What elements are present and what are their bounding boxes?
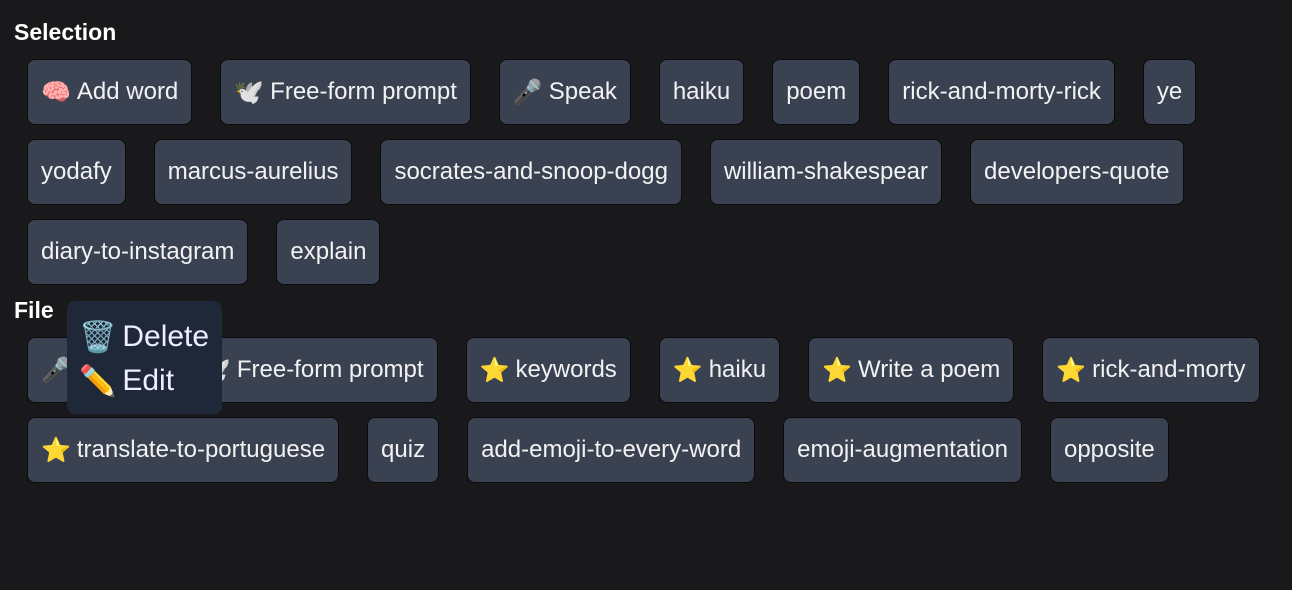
selection-button-group: 🧠 Add word 🕊️ Free-form prompt 🎤 Speak haiku po… <box>27 59 1287 285</box>
file-button-add-emoji-to-every-word[interactable]: add-emoji-to-every-word <box>467 417 756 483</box>
button-label: Free-form prompt <box>236 356 424 383</box>
microphone-icon: 🎤 <box>512 78 543 106</box>
file-button-haiku[interactable]: ⭐ haiku <box>658 337 781 403</box>
button-label: Write a poem <box>857 356 1001 383</box>
button-label: yodafy <box>41 158 112 185</box>
star-icon: ⭐ <box>822 356 852 384</box>
button-label: haiku <box>672 78 731 105</box>
file-button-quiz[interactable]: quiz <box>367 417 440 483</box>
selection-button-explain[interactable]: explain <box>276 219 381 285</box>
menu-item-edit[interactable]: ✏️ Edit <box>79 359 210 403</box>
button-label: ye <box>1156 78 1183 105</box>
file-button-rick-and-morty[interactable]: ⭐ rick-and-morty <box>1042 337 1260 403</box>
context-menu: 🗑️ Delete ✏️ Edit <box>67 301 222 414</box>
selection-button-marcus-aurelius[interactable]: marcus-aurelius <box>153 139 353 205</box>
button-label: emoji-augmentation <box>797 436 1008 463</box>
button-label: developers-quote <box>984 158 1170 185</box>
selection-button-haiku[interactable]: haiku <box>658 59 745 125</box>
file-button-opposite[interactable]: opposite <box>1049 417 1169 483</box>
button-label: haiku <box>708 356 767 383</box>
star-icon: ⭐ <box>479 356 510 384</box>
star-icon: ⭐ <box>672 356 703 384</box>
file-button-write-a-poem[interactable]: ⭐ Write a poem <box>808 337 1015 403</box>
selection-button-william-shakespear[interactable]: william-shakespear <box>709 139 943 205</box>
section-title-selection: Selection <box>14 19 117 45</box>
button-label: keywords <box>515 356 617 383</box>
selection-button-rick-and-morty-rick[interactable]: rick-and-morty-rick <box>888 59 1115 125</box>
selection-button-poem[interactable]: poem <box>772 59 861 125</box>
selection-button-yodafy[interactable]: yodafy <box>27 139 126 205</box>
trash-icon: 🗑️ <box>79 320 117 354</box>
dove-icon: 🕊️ <box>234 78 265 106</box>
file-button-emoji-augmentation[interactable]: emoji-augmentation <box>783 417 1022 483</box>
button-label: william-shakespear <box>723 158 929 185</box>
button-label: Speak <box>548 78 617 105</box>
button-label: Free-form prompt <box>270 78 457 105</box>
button-label: explain <box>290 238 367 265</box>
pencil-icon: ✏️ <box>79 364 117 398</box>
button-label: Add word <box>76 78 179 105</box>
button-label: diary-to-instagram <box>41 238 235 265</box>
star-icon: ⭐ <box>1056 356 1087 384</box>
section-title-file: File <box>14 297 54 323</box>
menu-item-label: Edit <box>122 364 175 397</box>
menu-item-label: Delete <box>122 320 210 353</box>
button-label: translate-to-portuguese <box>76 436 326 463</box>
selection-button-developers-quote[interactable]: developers-quote <box>970 139 1184 205</box>
button-label: poem <box>786 78 847 105</box>
menu-item-delete[interactable]: 🗑️ Delete <box>79 315 210 359</box>
file-button-translate-to-portuguese[interactable]: ⭐ translate-to-portuguese <box>27 417 340 483</box>
file-button-keywords[interactable]: ⭐ keywords <box>465 337 631 403</box>
brain-icon: 🧠 <box>41 78 71 106</box>
button-label: opposite <box>1063 436 1155 463</box>
button-label: add-emoji-to-every-word <box>481 436 742 463</box>
file-button-free-form-prompt[interactable]: 🕊️Free-form prompt <box>186 337 438 403</box>
button-label: rick-and-morty-rick <box>902 78 1101 105</box>
button-label: quiz <box>381 436 426 463</box>
selection-button-add-word[interactable]: 🧠 Add word <box>27 59 193 125</box>
selection-button-speak[interactable]: 🎤 Speak <box>498 59 631 125</box>
selection-button-diary-to-instagram[interactable]: diary-to-instagram <box>27 219 249 285</box>
button-label: marcus-aurelius <box>167 158 339 185</box>
star-icon: ⭐ <box>41 436 71 464</box>
selection-button-ye[interactable]: ye <box>1142 59 1197 125</box>
selection-button-free-form-prompt[interactable]: 🕊️ Free-form prompt <box>220 59 471 125</box>
button-label: socrates-and-snoop-dogg <box>394 158 668 185</box>
selection-button-socrates-and-snoop-dogg[interactable]: socrates-and-snoop-dogg <box>380 139 682 205</box>
button-label: rick-and-morty <box>1092 356 1246 383</box>
